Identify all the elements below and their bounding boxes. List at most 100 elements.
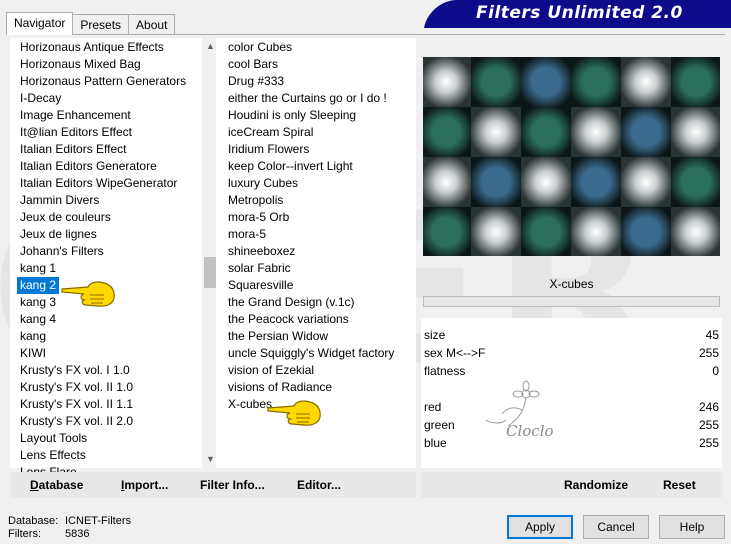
category-list[interactable]: Lens FlareLens EffectsLayout ToolsKrusty… xyxy=(10,38,219,479)
preview-tile xyxy=(521,157,571,207)
filter-item[interactable]: mora-5 Orb xyxy=(225,209,292,226)
parameter-row[interactable]: flatness 0 xyxy=(421,363,722,380)
filter-preview xyxy=(423,57,720,256)
category-item[interactable]: Krusty's FX vol. II 2.0 xyxy=(17,413,136,430)
category-item[interactable]: Italian Editors WipeGenerator xyxy=(17,175,180,192)
category-item[interactable]: Krusty's FX vol. I 1.0 xyxy=(17,362,133,379)
category-item[interactable]: Lens Effects xyxy=(17,447,89,464)
category-item[interactable]: I-Decay xyxy=(17,90,64,107)
reset-button[interactable]: Reset xyxy=(663,472,696,498)
category-item[interactable]: Krusty's FX vol. II 1.1 xyxy=(17,396,136,413)
category-item[interactable]: kang 1 xyxy=(17,260,59,277)
preview-tile xyxy=(423,107,471,157)
parameter-name: flatness xyxy=(424,364,466,378)
parameter-row[interactable]: blue 255 xyxy=(421,435,722,452)
parameter-row[interactable]: size 45 xyxy=(421,327,722,344)
filter-item[interactable]: iceCream Spiral xyxy=(225,124,316,141)
tab-navigator[interactable]: Navigator xyxy=(6,12,74,35)
status-filters-label: Filters: xyxy=(8,528,41,540)
help-button[interactable]: Help xyxy=(659,515,725,539)
parameter-row[interactable]: green 255 xyxy=(421,417,722,434)
category-item[interactable]: Krusty's FX vol. II 1.0 xyxy=(17,379,136,396)
parameter-name: green xyxy=(424,418,455,432)
filter-item[interactable]: keep Color--invert Light xyxy=(225,158,356,175)
status-filters: Filters: 5836 xyxy=(8,528,89,540)
preview-tile xyxy=(671,57,720,107)
pointing-hand-icon xyxy=(61,281,115,307)
filter-item[interactable]: visions of Radiance xyxy=(225,379,335,396)
preview-tile xyxy=(471,57,521,107)
parameter-value: 0 xyxy=(712,364,719,378)
parameter-row[interactable]: red 246 xyxy=(421,399,722,416)
category-item[interactable]: Horizonaus Antique Effects xyxy=(17,39,167,56)
filter-item[interactable]: mora-5 xyxy=(225,226,269,243)
randomize-button[interactable]: Randomize xyxy=(564,472,628,498)
filter-item[interactable]: Metropolis xyxy=(225,192,286,209)
cancel-button[interactable]: Cancel xyxy=(583,515,649,539)
tab-divider xyxy=(6,34,725,35)
category-item[interactable]: Jammin Divers xyxy=(17,192,102,209)
category-item[interactable]: It@lian Editors Effect xyxy=(17,124,135,141)
category-item[interactable]: kang 4 xyxy=(17,311,59,328)
preview-tile xyxy=(571,207,621,256)
filter-item[interactable]: cool Bars xyxy=(225,56,281,73)
category-item[interactable]: kang xyxy=(17,328,49,345)
preview-tile xyxy=(471,157,521,207)
preview-tile xyxy=(521,57,571,107)
preview-tile xyxy=(521,107,571,157)
category-item[interactable]: Johann's Filters xyxy=(17,243,107,260)
category-item[interactable]: Layout Tools xyxy=(17,430,90,447)
preview-tile xyxy=(571,107,621,157)
preview-tile xyxy=(621,207,671,256)
filter-item[interactable]: either the Curtains go or I do ! xyxy=(225,90,390,107)
preview-tile xyxy=(671,107,720,157)
category-item[interactable]: Italian Editors Effect xyxy=(17,141,130,158)
category-item[interactable]: Italian Editors Generatore xyxy=(17,158,160,175)
filter-item[interactable]: luxury Cubes xyxy=(225,175,301,192)
database-button[interactable]: Database xyxy=(30,472,83,498)
preview-tile xyxy=(671,207,720,256)
apply-button[interactable]: Apply xyxy=(507,515,573,539)
preview-tile xyxy=(621,57,671,107)
parameter-name: red xyxy=(424,400,442,414)
status-filters-value: 5836 xyxy=(65,528,90,540)
parameter-row[interactable] xyxy=(421,381,722,398)
filter-info-button[interactable]: Filter Info... xyxy=(200,472,265,498)
category-item[interactable]: KIWI xyxy=(17,345,49,362)
category-item[interactable]: kang 2 xyxy=(17,277,60,294)
import-button[interactable]: Import... xyxy=(121,472,168,498)
category-item[interactable]: Jeux de lignes xyxy=(17,226,100,243)
filter-item[interactable]: Houdini is only Sleeping xyxy=(225,107,359,124)
parameter-name: blue xyxy=(424,436,447,450)
category-item[interactable]: Image Enhancement xyxy=(17,107,134,124)
category-item[interactable]: Jeux de couleurs xyxy=(17,209,114,226)
filter-item[interactable]: solar Fabric xyxy=(225,260,294,277)
filter-item[interactable]: uncle Squiggly's Widget factory xyxy=(225,345,397,362)
filter-item[interactable]: Drug #333 xyxy=(225,73,287,90)
filter-item[interactable]: Squaresville xyxy=(225,277,296,294)
progress-bar xyxy=(423,296,720,307)
category-item[interactable]: kang 3 xyxy=(17,294,59,311)
preview-tile xyxy=(471,207,521,256)
filter-item[interactable]: vision of Ezekial xyxy=(225,362,317,379)
app-title: Filters Unlimited 2.0 xyxy=(476,3,683,23)
tab-about[interactable]: About xyxy=(128,14,176,35)
pointing-hand-icon xyxy=(267,400,321,426)
parameter-value: 255 xyxy=(698,418,719,432)
filter-item[interactable]: shineeboxez xyxy=(225,243,298,260)
parameter-list: size 45 sex M<-->F 255 flatness 0 red 246 green 2… xyxy=(421,318,722,468)
filter-item[interactable]: the Peacock variations xyxy=(225,311,352,328)
parameter-row[interactable]: sex M<-->F 255 xyxy=(421,345,722,362)
filter-item[interactable]: color Cubes xyxy=(225,39,295,56)
filter-item[interactable]: the Persian Widow xyxy=(225,328,331,345)
preview-tile xyxy=(621,157,671,207)
tab-presets[interactable]: Presets xyxy=(72,14,130,35)
filter-item[interactable]: Iridium Flowers xyxy=(225,141,312,158)
category-item[interactable]: Horizonaus Mixed Bag xyxy=(17,56,144,73)
import-button-rest: mport... xyxy=(124,478,169,492)
category-item[interactable]: Horizonaus Pattern Generators xyxy=(17,73,189,90)
preview-tile xyxy=(423,207,471,256)
editor-button[interactable]: Editor... xyxy=(297,472,341,498)
filter-item[interactable]: the Grand Design (v.1c) xyxy=(225,294,358,311)
status-database-value: ICNET-Filters xyxy=(65,515,131,527)
